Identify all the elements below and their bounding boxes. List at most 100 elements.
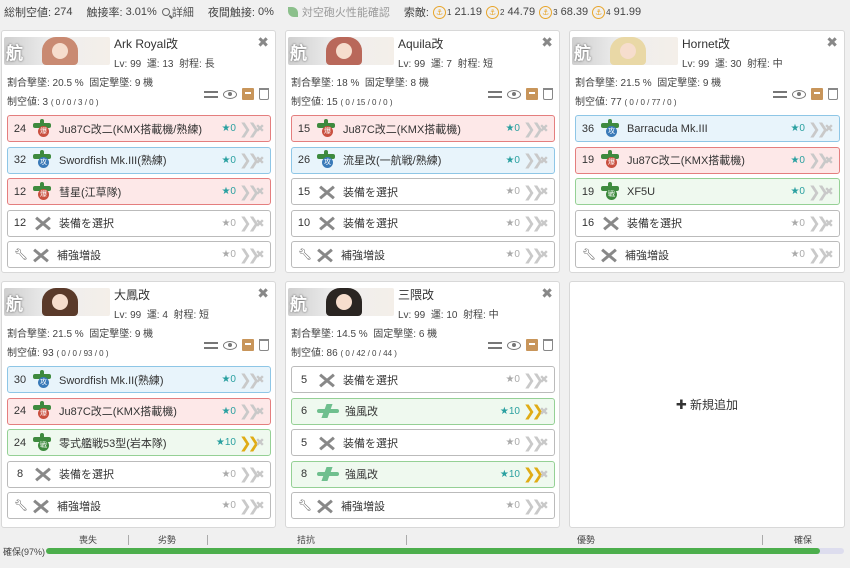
equipment-slot[interactable]: 🔧︎ 補強増設 ★0 ❯❯ ✖ [291, 241, 555, 268]
close-icon[interactable]: ✖ [257, 285, 269, 302]
remove-icon[interactable]: ✖ [537, 185, 551, 198]
proficiency-star[interactable]: ★0 [492, 186, 520, 197]
proficiency-star[interactable]: ★0 [492, 437, 520, 448]
skill-chevron-icon[interactable]: ❯❯ [523, 371, 544, 389]
close-icon[interactable]: ✖ [541, 34, 553, 51]
swap-icon[interactable] [204, 340, 218, 350]
skill-chevron-icon[interactable]: ❯❯ [523, 214, 544, 232]
box-icon[interactable] [526, 339, 538, 351]
ship-name[interactable]: Ark Royal改 [114, 35, 178, 52]
remove-icon[interactable]: ✖ [253, 468, 267, 481]
remove-icon[interactable]: ✖ [537, 499, 551, 512]
ship-name[interactable]: 大鳳改 [114, 286, 150, 303]
ship-name[interactable]: Aquila改 [398, 35, 443, 52]
remove-icon[interactable]: ✖ [537, 405, 551, 418]
swap-icon[interactable] [488, 340, 502, 350]
proficiency-star[interactable]: ★0 [208, 218, 236, 229]
remove-icon[interactable]: ✖ [822, 248, 836, 261]
equipment-slot[interactable]: 19 戦 XF5U ★0 ❯❯ ✖ [575, 178, 840, 205]
skill-chevron-icon[interactable]: ❯❯ [239, 497, 260, 515]
proficiency-star[interactable]: ★10 [492, 406, 520, 417]
trash-icon[interactable] [543, 88, 553, 100]
skill-chevron-icon[interactable]: ❯❯ [239, 120, 260, 138]
ship-banner-image[interactable]: 航 [4, 288, 110, 316]
eye-icon[interactable] [507, 89, 521, 99]
skill-chevron-icon[interactable]: ❯❯ [808, 151, 829, 169]
remove-icon[interactable]: ✖ [822, 122, 836, 135]
box-icon[interactable] [811, 88, 823, 100]
eye-icon[interactable] [792, 89, 806, 99]
remove-icon[interactable]: ✖ [253, 122, 267, 135]
proficiency-star[interactable]: ★0 [492, 155, 520, 166]
proficiency-star[interactable]: ★0 [492, 374, 520, 385]
equipment-slot[interactable]: 12 爆彗星(江草隊) ★0 ❯❯ ✖ [7, 178, 271, 205]
equipment-slot[interactable]: 🔧︎ 補強増設 ★0 ❯❯ ✖ [291, 492, 555, 519]
ship-banner-image[interactable]: 航 [572, 37, 678, 65]
proficiency-star[interactable]: ★0 [208, 469, 236, 480]
equipment-slot[interactable]: 6 強風改 ★10 ❯❯ ✖ [291, 397, 555, 425]
remove-icon[interactable]: ✖ [537, 436, 551, 449]
remove-icon[interactable]: ✖ [537, 248, 551, 261]
proficiency-star[interactable]: ★0 [777, 155, 805, 166]
skill-chevron-icon[interactable]: ❯❯ [523, 497, 544, 515]
proficiency-star[interactable]: ★0 [777, 218, 805, 229]
proficiency-star[interactable]: ★0 [208, 374, 236, 385]
remove-icon[interactable]: ✖ [537, 373, 551, 386]
eye-icon[interactable] [223, 89, 237, 99]
box-icon[interactable] [526, 88, 538, 100]
proficiency-star[interactable]: ★0 [208, 186, 236, 197]
swap-icon[interactable] [488, 89, 502, 99]
equipment-slot[interactable]: 36 攻 Barracuda Mk.III ★0 ❯❯ ✖ [575, 115, 840, 142]
skill-chevron-icon[interactable]: ❯❯ [239, 434, 260, 452]
add-ship-button[interactable]: ✚ 新規追加 [569, 281, 845, 528]
ship-name[interactable]: 三隈改 [398, 286, 434, 303]
skill-chevron-icon[interactable]: ❯❯ [808, 183, 829, 201]
remove-icon[interactable]: ✖ [537, 468, 551, 481]
remove-icon[interactable]: ✖ [537, 154, 551, 167]
equipment-slot[interactable]: 30 攻 Swordfish Mk.II(熟練) ★0 ❯❯ ✖ [7, 366, 271, 393]
equipment-slot[interactable]: 5 装備を選択 ★0 ❯❯ ✖ [291, 429, 555, 456]
ship-banner-image[interactable]: 航 [288, 37, 394, 65]
trash-icon[interactable] [259, 88, 269, 100]
equipment-slot[interactable]: 16 装備を選択 ★0 ❯❯ ✖ [575, 209, 840, 237]
skill-chevron-icon[interactable]: ❯❯ [523, 246, 544, 264]
remove-icon[interactable]: ✖ [253, 373, 267, 386]
eye-icon[interactable] [507, 340, 521, 350]
trash-icon[interactable] [259, 339, 269, 351]
equipment-slot[interactable]: 26 攻流星改(一航戦/熟練) ★0 ❯❯ ✖ [291, 146, 555, 174]
proficiency-star[interactable]: ★0 [777, 186, 805, 197]
close-icon[interactable]: ✖ [541, 285, 553, 302]
equipment-slot[interactable]: 🔧︎ 補強増設 ★0 ❯❯ ✖ [7, 492, 271, 519]
skill-chevron-icon[interactable]: ❯❯ [523, 402, 544, 420]
equipment-slot[interactable]: 🔧︎ 補強増設 ★0 ❯❯ ✖ [7, 241, 271, 268]
box-icon[interactable] [242, 88, 254, 100]
proficiency-star[interactable]: ★0 [492, 218, 520, 229]
proficiency-star[interactable]: ★0 [208, 123, 236, 134]
ship-banner-image[interactable]: 航 [288, 288, 394, 316]
skill-chevron-icon[interactable]: ❯❯ [808, 120, 829, 138]
equipment-slot[interactable]: 🔧︎ 補強増設 ★0 ❯❯ ✖ [575, 241, 840, 268]
equipment-slot[interactable]: 10 装備を選択 ★0 ❯❯ ✖ [291, 209, 555, 237]
eye-icon[interactable] [223, 340, 237, 350]
skill-chevron-icon[interactable]: ❯❯ [523, 151, 544, 169]
skill-chevron-icon[interactable]: ❯❯ [239, 151, 260, 169]
swap-icon[interactable] [204, 89, 218, 99]
remove-icon[interactable]: ✖ [537, 122, 551, 135]
remove-icon[interactable]: ✖ [253, 405, 267, 418]
equipment-slot[interactable]: 32 攻 Swordfish Mk.III(熟練) ★0 ❯❯ ✖ [7, 146, 271, 174]
skill-chevron-icon[interactable]: ❯❯ [523, 120, 544, 138]
detail-link[interactable]: 詳細 [159, 4, 194, 20]
equipment-slot[interactable]: 15 爆 Ju87C改二(KMX搭載機) ★0 ❯❯ ✖ [291, 115, 555, 142]
equipment-slot[interactable]: 24 爆 Ju87C改二(KMX搭載機/熟練) ★0 ❯❯ ✖ [7, 115, 271, 142]
close-icon[interactable]: ✖ [826, 34, 838, 51]
skill-chevron-icon[interactable]: ❯❯ [239, 183, 260, 201]
proficiency-star[interactable]: ★0 [492, 249, 520, 260]
remove-icon[interactable]: ✖ [253, 248, 267, 261]
skill-chevron-icon[interactable]: ❯❯ [808, 214, 829, 232]
skill-chevron-icon[interactable]: ❯❯ [523, 183, 544, 201]
proficiency-star[interactable]: ★10 [492, 469, 520, 480]
equipment-slot[interactable]: 8 装備を選択 ★0 ❯❯ ✖ [7, 460, 271, 488]
remove-icon[interactable]: ✖ [822, 217, 836, 230]
remove-icon[interactable]: ✖ [537, 217, 551, 230]
equipment-slot[interactable]: 15 装備を選択 ★0 ❯❯ ✖ [291, 178, 555, 205]
